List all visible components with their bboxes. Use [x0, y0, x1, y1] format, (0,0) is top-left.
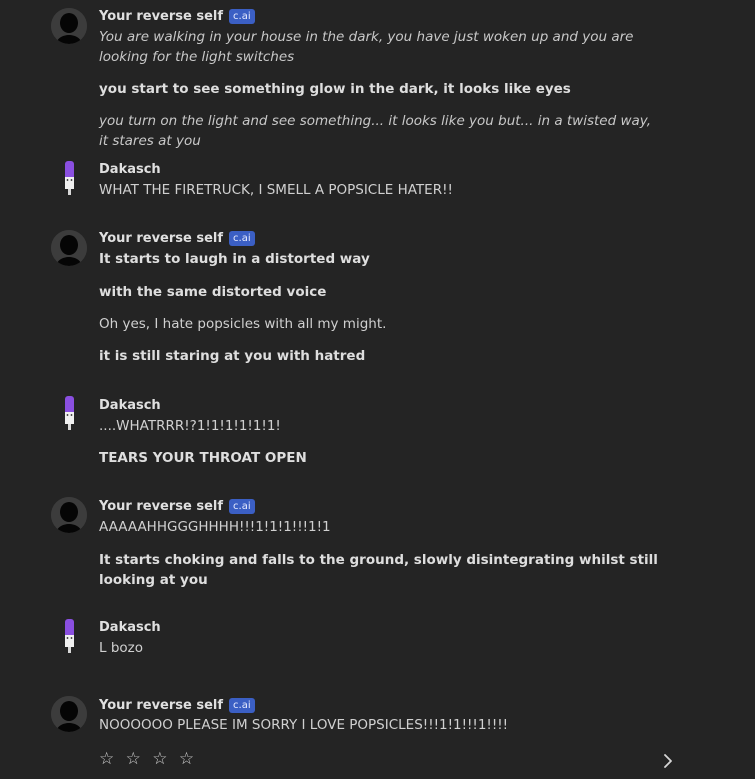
- ai-badge: c.ai: [229, 230, 255, 246]
- bot-avatar[interactable]: [51, 8, 87, 44]
- chevron-right-icon[interactable]: [661, 752, 675, 770]
- bot-avatar[interactable]: [51, 497, 87, 533]
- ai-badge: c.ai: [229, 498, 255, 514]
- message-line: Oh yes, I hate popsicles with all my mig…: [99, 316, 387, 332]
- bot-avatar[interactable]: [51, 230, 87, 266]
- message-line: AAAAAHHGGGHHHH!!!1!1!1!!!1!1: [99, 519, 331, 535]
- message-line: with the same distorted voice: [99, 284, 327, 300]
- message-line: WHAT THE FIRETRUCK, I SMELL A POPSICLE H…: [99, 182, 453, 198]
- author-name: Dakasch: [99, 397, 161, 413]
- author-name: Your reverse self: [99, 498, 224, 514]
- author-name: Your reverse self: [99, 697, 224, 713]
- author-name: Dakasch: [99, 619, 161, 635]
- star-rating[interactable]: ☆ ☆ ☆ ☆: [99, 749, 197, 769]
- author-name: Your reverse self: [99, 230, 224, 246]
- user-avatar[interactable]: [51, 618, 87, 654]
- ai-badge: c.ai: [229, 697, 255, 713]
- message-line: you turn on the light and see something.…: [99, 113, 652, 149]
- ai-badge: c.ai: [229, 8, 255, 24]
- message-line: It starts choking and falls to the groun…: [99, 552, 658, 588]
- message-line: NOOOOOO PLEASE IM SORRY I LOVE POPSICLES…: [99, 717, 509, 733]
- user-avatar[interactable]: [51, 395, 87, 431]
- message-line: ....WHATRRR!?1!1!1!1!1!1!: [99, 418, 281, 434]
- bot-avatar[interactable]: [51, 696, 87, 732]
- message-line: L bozo: [99, 640, 143, 656]
- user-avatar[interactable]: [51, 160, 87, 196]
- message-line: You are walking in your house in the dar…: [99, 29, 634, 65]
- message-line: TEARS YOUR THROAT OPEN: [99, 450, 307, 466]
- author-name: Your reverse self: [99, 8, 224, 24]
- author-name: Dakasch: [99, 161, 161, 177]
- message-line: It starts to laugh in a distorted way: [99, 251, 370, 267]
- message-line: it is still staring at you with hatred: [99, 348, 366, 364]
- message-line: you start to see something glow in the d…: [99, 81, 571, 97]
